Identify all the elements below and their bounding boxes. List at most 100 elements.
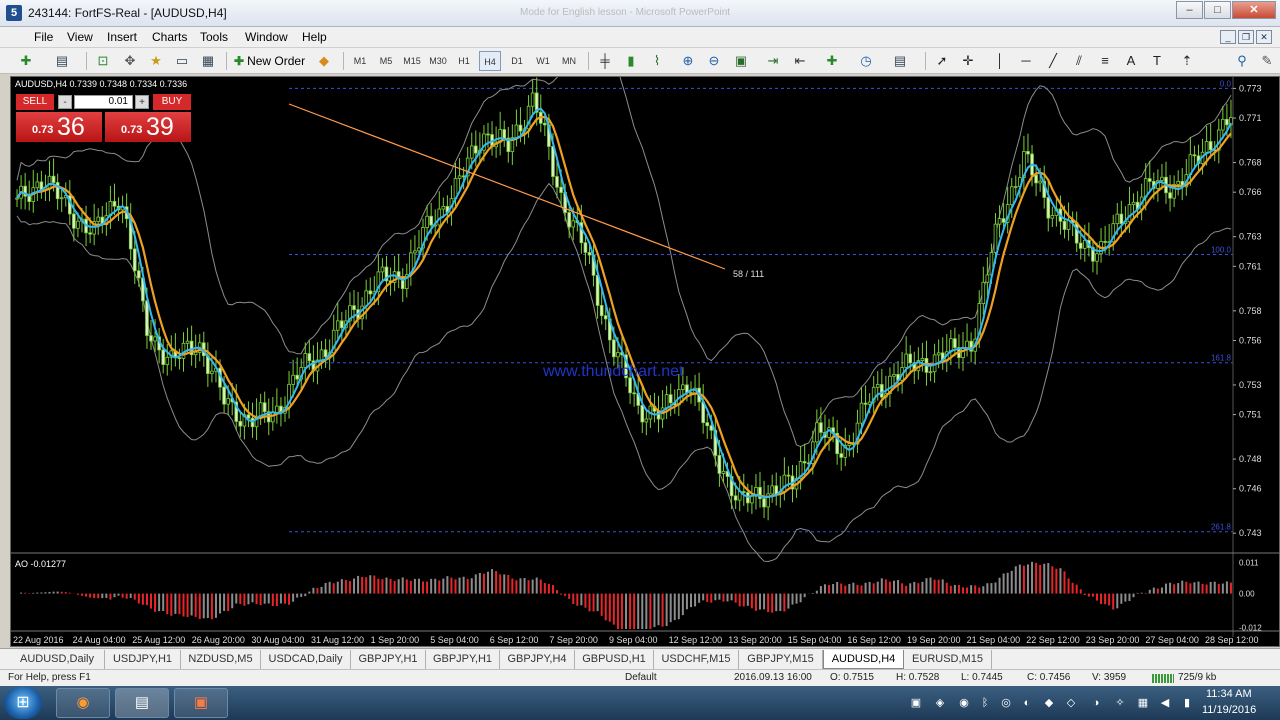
- menu-help[interactable]: Help: [302, 30, 327, 44]
- buy-button[interactable]: 0.73 39: [105, 112, 191, 142]
- timeframe-m30[interactable]: M30: [427, 51, 449, 71]
- market-watch-icon[interactable]: ⊡: [93, 51, 113, 71]
- tab-audusd-daily[interactable]: AUDUSD,Daily: [10, 650, 105, 669]
- candle-body: [632, 392, 636, 395]
- navigator-icon[interactable]: ★: [146, 51, 166, 71]
- bluetooth-icon[interactable]: ᛒ: [978, 696, 992, 710]
- close-button[interactable]: ✕: [1232, 1, 1276, 19]
- vertical-line-icon[interactable]: │: [990, 51, 1010, 71]
- menu-insert[interactable]: Insert: [107, 30, 137, 44]
- minimize-button[interactable]: –: [1176, 1, 1203, 19]
- crosshair-icon[interactable]: ✛: [958, 51, 978, 71]
- text-label-icon[interactable]: T: [1147, 51, 1167, 71]
- tester-icon[interactable]: ▦: [198, 51, 218, 71]
- channel-icon[interactable]: ⫽: [1069, 51, 1089, 71]
- indicators-icon[interactable]: ✚: [822, 51, 842, 71]
- candle-body: [705, 422, 710, 427]
- tab-gbpjpy-m15[interactable]: GBPJPY,M15: [739, 650, 823, 669]
- trendline-icon[interactable]: ╱: [1043, 51, 1063, 71]
- terminal-icon[interactable]: ▭: [172, 51, 192, 71]
- tray-app-icon[interactable]: ▣: [909, 696, 923, 710]
- candle-body: [1127, 204, 1132, 223]
- search-icon[interactable]: ⚲: [1232, 51, 1252, 71]
- tray-app-icon[interactable]: ◎: [999, 696, 1013, 710]
- sell-button[interactable]: 0.73 36: [16, 112, 102, 142]
- menu-charts[interactable]: Charts: [152, 30, 187, 44]
- network-icon[interactable]: ▦: [1136, 696, 1150, 710]
- candle-body: [644, 418, 649, 423]
- zoom-out-icon[interactable]: ⊖: [704, 51, 724, 71]
- line-chart-icon[interactable]: ⌇: [647, 51, 667, 71]
- tab-gbpjpy-h1[interactable]: GBPJPY,H1: [351, 650, 426, 669]
- tab-eurusd-m15[interactable]: EURUSD,M15: [904, 650, 992, 669]
- chart-shift-icon[interactable]: ⇥: [763, 51, 783, 71]
- timeframe-mn[interactable]: MN: [558, 51, 580, 71]
- tray-app-icon[interactable]: ◆: [1042, 696, 1056, 710]
- lot-increase-button[interactable]: +: [135, 95, 149, 109]
- tray-app-icon[interactable]: ◉: [957, 696, 971, 710]
- candlestick-icon[interactable]: ▮: [621, 51, 641, 71]
- tab-gbpjpy-h1-2[interactable]: GBPJPY,H1: [426, 650, 500, 669]
- periods-icon[interactable]: ◷: [856, 51, 876, 71]
- menu-window[interactable]: Window: [245, 30, 288, 44]
- taskbar: ⊞ ◉ ▤ ▣ ▣ ◈ ◉ ᛒ ◎ ◐ ◆ ◇ ◑ ✧ ▦ ◀ ▮: [0, 686, 1280, 720]
- tray-app-icon[interactable]: ◈: [933, 696, 947, 710]
- horizontal-line-icon[interactable]: ─: [1016, 51, 1036, 71]
- mdi-close-button[interactable]: ✕: [1256, 30, 1272, 44]
- fib-level-label: 100.0: [1211, 245, 1232, 254]
- candle-body: [319, 349, 324, 361]
- tray-app-icon[interactable]: ✧: [1113, 696, 1127, 710]
- powerpoint-icon[interactable]: ▣: [174, 688, 228, 718]
- text-icon[interactable]: A: [1121, 51, 1141, 71]
- tab-audusd-h4[interactable]: AUDUSD,H4: [823, 650, 904, 669]
- tab-gbpusd-h1[interactable]: GBPUSD,H1: [575, 650, 654, 669]
- new-chart-icon[interactable]: ✚: [16, 51, 36, 71]
- zoom-in-icon[interactable]: ⊕: [678, 51, 698, 71]
- lot-decrease-button[interactable]: -: [58, 95, 72, 109]
- tab-usdcad-daily[interactable]: USDCAD,Daily: [261, 650, 351, 669]
- tile-windows-icon[interactable]: ▣: [731, 51, 751, 71]
- menu-tools[interactable]: Tools: [200, 30, 228, 44]
- chart-window[interactable]: 0.0 100.0 161.8 261.8 0.773 0.771 0.768 0.766 0.…: [10, 76, 1280, 647]
- new-order-button[interactable]: ✚ New Order: [234, 51, 305, 71]
- tab-gbpjpy-h4[interactable]: GBPJPY,H4: [500, 650, 575, 669]
- profiles-icon[interactable]: ▤: [52, 51, 72, 71]
- maximize-button[interactable]: □: [1204, 1, 1231, 19]
- chat-icon[interactable]: ✎: [1257, 51, 1277, 71]
- firefox-icon[interactable]: ◉: [56, 688, 110, 718]
- tray-app-icon[interactable]: ◐: [1020, 696, 1034, 710]
- cursor-icon[interactable]: ➚: [932, 51, 952, 71]
- fibonacci-icon[interactable]: ≡: [1095, 51, 1115, 71]
- timeframe-w1[interactable]: W1: [532, 51, 554, 71]
- lot-size-input[interactable]: 0.01: [74, 95, 133, 109]
- start-button[interactable]: ⊞: [4, 687, 42, 719]
- autotrading-icon[interactable]: ◆: [314, 51, 334, 71]
- timeframe-h4[interactable]: H4: [479, 51, 501, 71]
- tab-usdchf-m15[interactable]: USDCHF,M15: [654, 650, 739, 669]
- timeframe-d1[interactable]: D1: [506, 51, 528, 71]
- bar-chart-icon[interactable]: ╪: [595, 51, 615, 71]
- mdi-minimize-button[interactable]: _: [1220, 30, 1236, 44]
- templates-icon[interactable]: ▤: [890, 51, 910, 71]
- menu-file[interactable]: File: [34, 30, 53, 44]
- tray-app-icon[interactable]: ◑: [1089, 696, 1103, 710]
- ao-tick-label: 0.00: [1239, 590, 1255, 599]
- timeframe-m1[interactable]: M1: [349, 51, 371, 71]
- timeframe-m15[interactable]: M15: [401, 51, 423, 71]
- mdi-restore-button[interactable]: ❐: [1238, 30, 1254, 44]
- power-icon[interactable]: ▮: [1180, 696, 1194, 710]
- tab-usdjpy-h1[interactable]: USDJPY,H1: [105, 650, 181, 669]
- metatrader-taskbar-icon[interactable]: ▤: [115, 688, 169, 718]
- volume-icon[interactable]: ◀: [1158, 696, 1172, 710]
- timeframe-h1[interactable]: H1: [453, 51, 475, 71]
- timeframe-m5[interactable]: M5: [375, 51, 397, 71]
- buy-label[interactable]: BUY: [153, 94, 191, 110]
- arrows-icon[interactable]: ⇡: [1177, 51, 1197, 71]
- sell-label[interactable]: SELL: [16, 94, 54, 110]
- tray-app-icon[interactable]: ◇: [1064, 696, 1078, 710]
- data-window-icon[interactable]: ✥: [120, 51, 140, 71]
- menu-view[interactable]: View: [67, 30, 93, 44]
- candle-body: [1115, 213, 1120, 225]
- autoscroll-icon[interactable]: ⇤: [790, 51, 810, 71]
- tab-nzdusd-m5[interactable]: NZDUSD,M5: [181, 650, 261, 669]
